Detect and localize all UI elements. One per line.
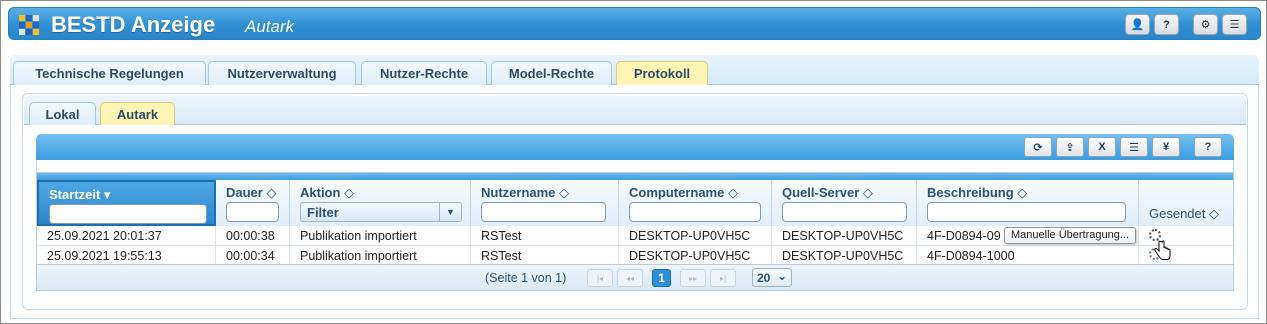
toolbar-spacer [36, 160, 1234, 172]
grid-help-button[interactable]: ? [1194, 137, 1222, 157]
menu-icon: ☰ [1229, 19, 1240, 31]
columns-button[interactable]: ☰ [1120, 137, 1148, 157]
cell-aktion: Publikation importiert [290, 246, 471, 265]
tab-nutzer-rechte[interactable]: Nutzer-Rechte [361, 61, 487, 85]
currency-button[interactable]: ¥ [1152, 137, 1180, 157]
col-dauer[interactable]: Dauer ◇ [216, 180, 290, 226]
refresh-icon: ⟳ [1033, 141, 1043, 154]
filter-beschreibung-input[interactable] [927, 202, 1126, 222]
col-quell-server-label: Quell-Server ◇ [782, 185, 873, 200]
col-beschreibung[interactable]: Beschreibung ◇ [917, 180, 1139, 226]
grid-pager: (Seite 1 von 1) |◂ ◂◂ 1 ▸▸ ▸| 20 ⌄ [36, 264, 1234, 291]
col-nutzername-label: Nutzername ◇ [481, 185, 570, 200]
tab-model-rechte[interactable]: Model-Rechte [491, 61, 612, 85]
filter-aktion-value: Filter [307, 205, 339, 220]
col-quell-server[interactable]: Quell-Server ◇ [772, 180, 917, 226]
app-logo-icon [19, 15, 39, 35]
grid-header-band [37, 173, 1233, 180]
upload-button[interactable]: ⇪ [1056, 137, 1084, 157]
filter-dauer-input[interactable] [226, 202, 279, 222]
last-page-icon: ▸| [719, 273, 727, 283]
page-size-value: 20 [757, 271, 771, 285]
col-dauer-label: Dauer ◇ [226, 185, 277, 200]
menu-button[interactable]: ☰ [1222, 14, 1247, 35]
cell-startzeit: 25.09.2021 20:01:37 [37, 226, 216, 245]
chevron-down-icon: ⌄ [776, 269, 787, 283]
first-page-icon: |◂ [596, 273, 604, 283]
upload-icon: ⇪ [1065, 141, 1075, 154]
hand-cursor-icon [1154, 240, 1171, 260]
help-icon: ? [1204, 141, 1212, 153]
tab-protokoll[interactable]: Protokoll [616, 61, 708, 85]
filter-nutzername-input[interactable] [481, 202, 606, 222]
col-nutzername[interactable]: Nutzername ◇ [471, 180, 619, 226]
app-title: BESTD Anzeige [51, 12, 216, 37]
cell-startzeit: 25.09.2021 19:55:13 [37, 246, 216, 265]
app-header: BESTD Anzeige Autark 👤 ? ⚙ ☰ [8, 7, 1261, 40]
filter-computername-input[interactable] [629, 202, 761, 222]
cell-aktion: Publikation importiert [290, 226, 471, 245]
page-size-select[interactable]: 20 ⌄ [752, 268, 792, 287]
yen-icon: ¥ [1162, 141, 1170, 153]
col-computername[interactable]: Computername ◇ [619, 180, 772, 226]
cell-nutzername: RSTest [471, 226, 619, 245]
app-window: BESTD Anzeige Autark 👤 ? ⚙ ☰ Technische … [0, 0, 1267, 324]
refresh-button[interactable]: ⟳ [1024, 137, 1052, 157]
tab-nutzerverwaltung[interactable]: Nutzerverwaltung [208, 61, 356, 85]
col-computername-label: Computername ◇ [629, 185, 738, 200]
current-page-button[interactable]: 1 [652, 269, 671, 287]
page-info: (Seite 1 von 1) [485, 271, 567, 285]
col-gesendet[interactable]: Gesendet ◇ [1139, 180, 1233, 226]
filter-quell-server-input[interactable] [782, 202, 907, 222]
prev-page-button[interactable]: ◂◂ [617, 269, 643, 287]
col-gesendet-label: Gesendet ◇ [1149, 206, 1219, 221]
gear-icon: ⚙ [1200, 19, 1211, 31]
cell-quell-server: DESKTOP-UP0VH5C [772, 246, 917, 265]
export-excel-button[interactable]: X [1088, 137, 1116, 157]
sub-tab-bar: Lokal Autark [24, 96, 1246, 125]
tab-lokal[interactable]: Lokal [29, 102, 96, 125]
cell-beschreibung: 4F-D0894-1000 [917, 246, 1139, 265]
filter-startzeit-input[interactable] [49, 204, 207, 224]
cell-computername: DESKTOP-UP0VH5C [619, 226, 772, 245]
chevron-down-icon: ▼ [439, 203, 461, 221]
grid-toolbar: ⟳ ⇪ X ☰ ¥ ? [36, 134, 1234, 160]
user-icon: 👤 [1130, 19, 1145, 31]
col-aktion-label: Aktion ◇ [300, 185, 355, 200]
app-subtitle: Autark [245, 17, 295, 36]
cell-nutzername: RSTest [471, 246, 619, 265]
help-icon: ? [1163, 18, 1170, 31]
col-beschreibung-label: Beschreibung ◇ [927, 185, 1028, 200]
help-button[interactable]: ? [1154, 14, 1179, 35]
cell-quell-server: DESKTOP-UP0VH5C [772, 226, 917, 245]
cell-dauer: 00:00:34 [216, 246, 290, 265]
prev-page-icon: ◂◂ [625, 273, 635, 283]
cell-dauer: 00:00:38 [216, 226, 290, 245]
first-page-button[interactable]: |◂ [587, 269, 613, 287]
export-excel-icon: X [1098, 141, 1106, 153]
next-page-icon: ▸▸ [688, 273, 698, 283]
settings-button[interactable]: ⚙ [1193, 14, 1218, 35]
col-startzeit[interactable]: Startzeit ▾ [37, 180, 216, 226]
col-aktion[interactable]: Aktion ◇ Filter ▼ [290, 180, 471, 226]
col-startzeit-label: Startzeit ▾ [49, 187, 111, 202]
user-button[interactable]: 👤 [1125, 14, 1150, 35]
filter-aktion-select[interactable]: Filter ▼ [300, 202, 462, 222]
last-page-button[interactable]: ▸| [710, 269, 736, 287]
manual-transfer-tooltip: Manuelle Übertragung... [1004, 227, 1137, 244]
cell-computername: DESKTOP-UP0VH5C [619, 246, 772, 265]
next-page-button[interactable]: ▸▸ [680, 269, 706, 287]
tab-autark[interactable]: Autark [100, 102, 175, 125]
main-tab-bar: Technische Regelungen Nutzerverwaltung N… [10, 55, 1259, 85]
tab-technische-regelungen[interactable]: Technische Regelungen [13, 61, 206, 85]
list-icon: ☰ [1129, 141, 1139, 154]
